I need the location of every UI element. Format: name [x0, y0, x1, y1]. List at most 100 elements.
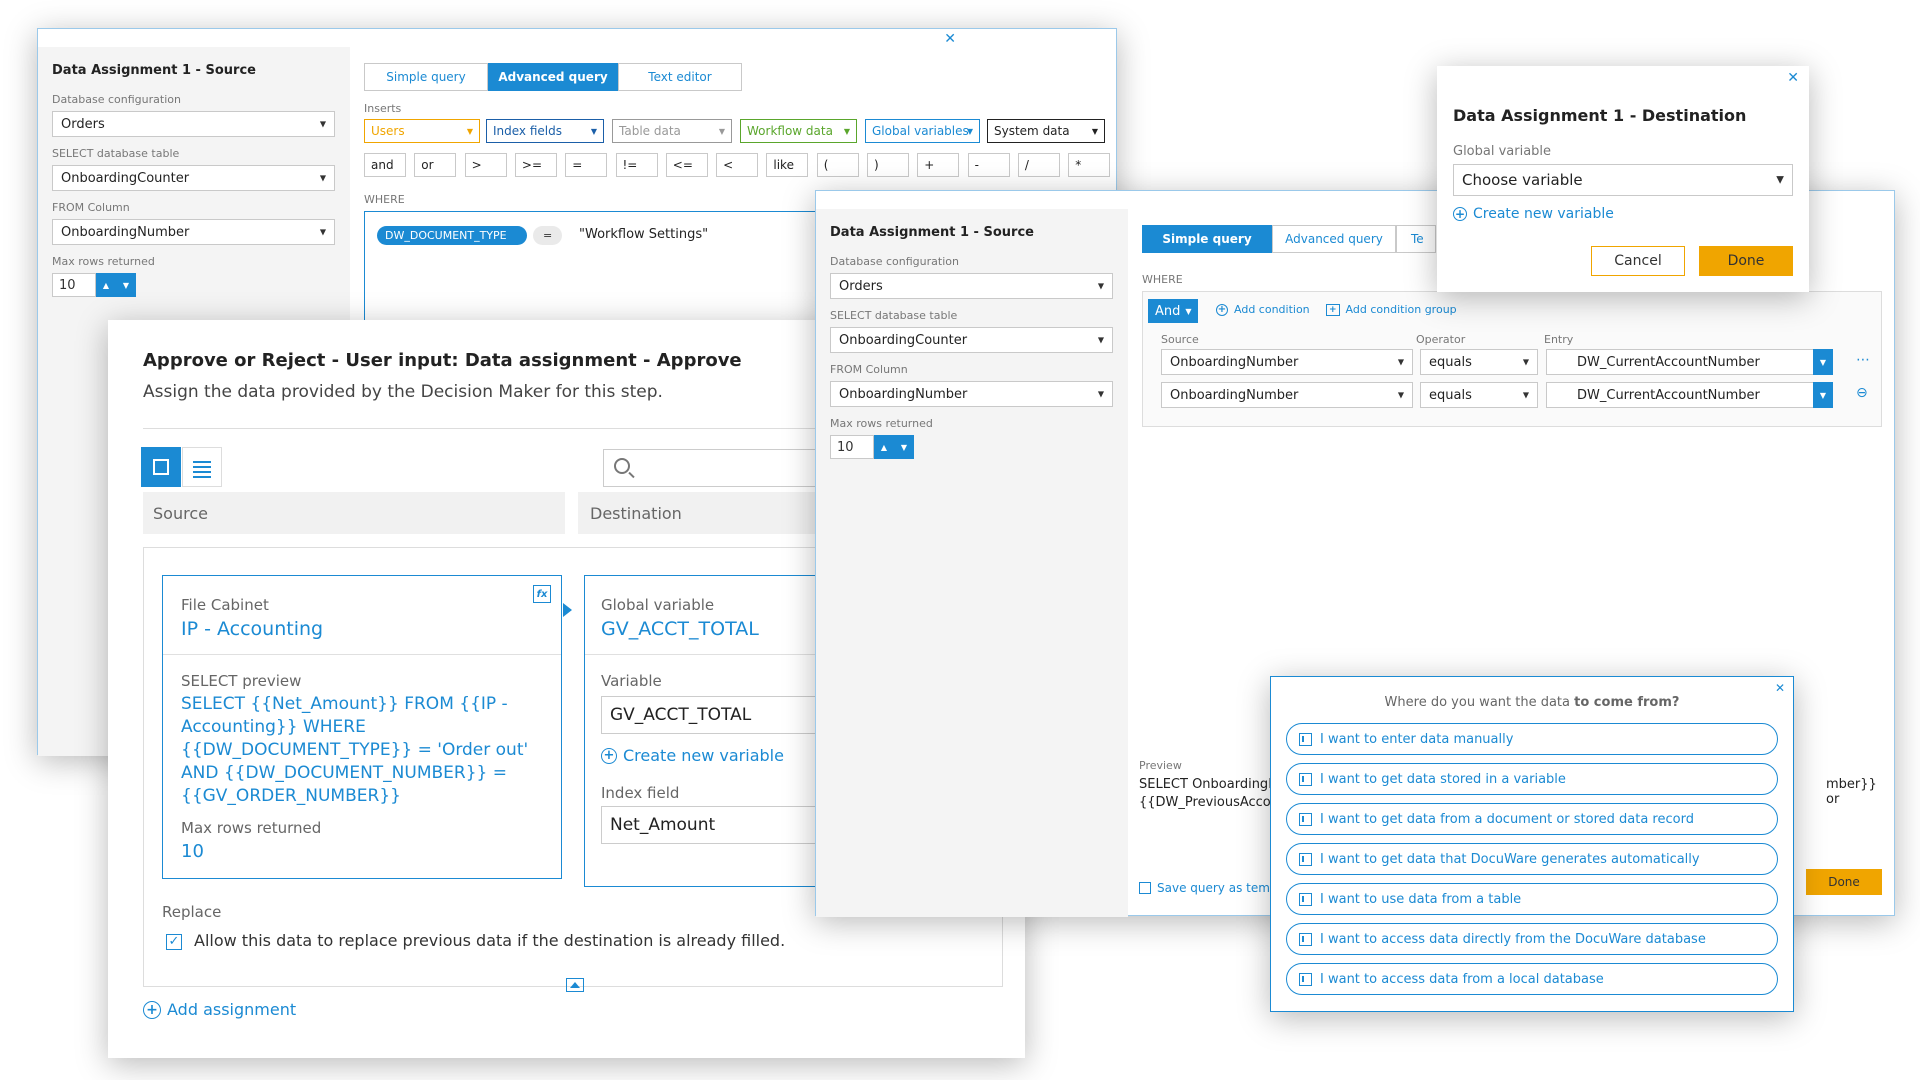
- select-table-select[interactable]: OnboardingCounter ▼: [52, 165, 335, 191]
- operator-button[interactable]: and: [364, 153, 406, 177]
- operator-button[interactable]: =: [565, 153, 608, 177]
- choice-option[interactable]: I want to access data directly from the …: [1286, 923, 1778, 955]
- entry-dropdown-button[interactable]: ▼: [1813, 349, 1833, 375]
- choice-option[interactable]: I want to get data that DocuWare generat…: [1286, 843, 1778, 875]
- condition-operator-select-value: equals: [1429, 387, 1472, 403]
- operator-button[interactable]: *: [1068, 153, 1111, 177]
- close-icon[interactable]: ✕: [1775, 681, 1785, 695]
- cancel-button[interactable]: Cancel: [1591, 246, 1685, 276]
- select-table-value: OnboardingCounter: [61, 170, 190, 186]
- operator-button[interactable]: >: [464, 153, 507, 177]
- insert-dropdown[interactable]: Table data ▼: [612, 119, 732, 143]
- arrow-down-icon[interactable]: ▼: [901, 443, 907, 452]
- entry-dropdown-button[interactable]: ▼: [1813, 382, 1833, 408]
- close-icon[interactable]: ✕: [1787, 70, 1799, 86]
- operator-button[interactable]: (: [816, 153, 859, 177]
- arrow-up-icon[interactable]: ▲: [103, 281, 109, 290]
- choose-variable-select[interactable]: Choose variable ▼: [1453, 164, 1793, 196]
- tab-text-editor[interactable]: Text editor: [618, 63, 742, 91]
- remove-condition-icon[interactable]: ⊖: [1856, 385, 1868, 401]
- choice-option[interactable]: I want to access data from a local datab…: [1286, 963, 1778, 995]
- view-toggle-list[interactable]: [182, 447, 222, 487]
- destination-card[interactable]: Global variable GV_ACCT_TOTAL Variable G…: [584, 575, 844, 887]
- tab-simple-query[interactable]: Simple query: [1142, 225, 1272, 253]
- preview-line: {{DW_DOCUMENT_TYPE}} = 'Order out': [181, 740, 529, 760]
- arrow-down-icon[interactable]: ▼: [123, 281, 129, 290]
- condition-source-select-value: OnboardingNumber: [1170, 354, 1299, 370]
- operator-button[interactable]: or: [414, 153, 457, 177]
- condition-entry-input[interactable]: DW_CurrentAccountNumber ▼: [1546, 349, 1833, 375]
- insert-dropdown[interactable]: System data ▼: [987, 119, 1105, 143]
- insert-dropdown[interactable]: Global variables ▼: [865, 119, 980, 143]
- choice-option[interactable]: I want to get data from a document or st…: [1286, 803, 1778, 835]
- create-variable-link[interactable]: + Create new variable: [1453, 206, 1614, 222]
- max-rows-stepper[interactable]: 10 ▲ ▼: [830, 435, 914, 459]
- insert-dropdown[interactable]: Workflow data ▼: [740, 119, 857, 143]
- where-token[interactable]: DW_DOCUMENT_TYPE: [377, 226, 527, 245]
- choice-option[interactable]: I want to enter data manually: [1286, 723, 1778, 755]
- condition-operator-select[interactable]: equals ▼: [1420, 382, 1538, 408]
- done-button[interactable]: Done: [1806, 869, 1882, 895]
- stepper-buttons[interactable]: ▲ ▼: [96, 273, 136, 297]
- stepper-buttons[interactable]: ▲ ▼: [874, 435, 914, 459]
- close-icon[interactable]: ✕: [944, 31, 956, 47]
- choice-option[interactable]: I want to get data stored in a variable: [1286, 763, 1778, 795]
- create-variable-link[interactable]: + Create new variable: [601, 746, 784, 765]
- add-condition-group-link[interactable]: + Add condition group: [1326, 303, 1457, 316]
- operator-button[interactable]: !=: [615, 153, 658, 177]
- tab-text-editor[interactable]: Te: [1396, 225, 1436, 253]
- choice-option[interactable]: I want to use data from a table: [1286, 883, 1778, 915]
- chevron-down-icon: ▼: [1097, 335, 1104, 345]
- option-label: I want to access data from a local datab…: [1320, 971, 1604, 987]
- view-toggle-card[interactable]: [141, 447, 181, 487]
- variable-field[interactable]: GV_ACCT_TOTAL: [601, 696, 841, 734]
- add-condition-link[interactable]: + Add condition: [1216, 303, 1310, 316]
- done-button[interactable]: Done: [1699, 246, 1793, 276]
- condition-entry-input[interactable]: DW_CurrentAccountNumber ▼: [1546, 382, 1833, 408]
- db-config-select[interactable]: Orders ▼: [52, 111, 335, 137]
- operator-button[interactable]: like: [766, 153, 809, 177]
- operator-button[interactable]: <=: [665, 153, 708, 177]
- arrow-up-icon[interactable]: ▲: [881, 443, 887, 452]
- condition-entry-input-value: DW_CurrentAccountNumber: [1577, 354, 1760, 370]
- search-box[interactable]: [603, 449, 823, 487]
- from-column-select[interactable]: OnboardingNumber ▼: [52, 219, 335, 245]
- operator-button[interactable]: /: [1017, 153, 1060, 177]
- max-rows-value: 10: [52, 273, 96, 297]
- and-dropdown[interactable]: And ▼: [1148, 299, 1198, 323]
- condition-operator-select[interactable]: equals ▼: [1420, 349, 1538, 375]
- add-assignment-link[interactable]: + Add assignment: [143, 1000, 296, 1019]
- max-rows-value: 10: [181, 841, 204, 862]
- destination-dialog: ✕ Data Assignment 1 - Destination Global…: [1437, 66, 1809, 292]
- operator-button[interactable]: -: [967, 153, 1010, 177]
- formula-icon[interactable]: fx: [533, 585, 551, 603]
- from-column-select[interactable]: OnboardingNumber ▼: [830, 381, 1113, 407]
- insert-label: Workflow data: [747, 124, 833, 138]
- condition-source-select[interactable]: OnboardingNumber ▼: [1161, 382, 1413, 408]
- condition-source-select[interactable]: OnboardingNumber ▼: [1161, 349, 1413, 375]
- insert-dropdown[interactable]: Users ▼: [364, 119, 480, 143]
- collapse-icon[interactable]: [566, 978, 584, 992]
- more-icon[interactable]: ⋯: [1856, 352, 1870, 368]
- add-assignment-label: Add assignment: [167, 1000, 297, 1019]
- tab-advanced-query[interactable]: Advanced query: [488, 63, 618, 91]
- option-label: I want to get data that DocuWare generat…: [1320, 851, 1700, 867]
- operator-button[interactable]: ): [867, 153, 909, 177]
- save-template-link[interactable]: Save query as templ: [1139, 881, 1281, 895]
- insert-dropdown[interactable]: Index fields ▼: [486, 119, 604, 143]
- operator-button[interactable]: +: [917, 153, 960, 177]
- index-field-input[interactable]: Net_Amount: [601, 806, 841, 844]
- where-operator[interactable]: =: [533, 226, 563, 245]
- tab-simple-query[interactable]: Simple query: [364, 63, 488, 91]
- select-table-select[interactable]: OnboardingCounter ▼: [830, 327, 1113, 353]
- operator-button[interactable]: >=: [514, 153, 557, 177]
- replace-checkbox[interactable]: ✓: [166, 934, 182, 950]
- db-config-select[interactable]: Orders ▼: [830, 273, 1113, 299]
- max-rows-stepper[interactable]: 10 ▲ ▼: [52, 273, 136, 297]
- from-column-value: OnboardingNumber: [61, 224, 190, 240]
- source-card[interactable]: fx File Cabinet IP - Accounting SELECT p…: [162, 575, 562, 879]
- insert-label: Table data: [619, 124, 681, 138]
- operator-button[interactable]: <: [716, 153, 759, 177]
- db-config-label: Database configuration: [52, 93, 181, 106]
- tab-advanced-query[interactable]: Advanced query: [1272, 225, 1396, 253]
